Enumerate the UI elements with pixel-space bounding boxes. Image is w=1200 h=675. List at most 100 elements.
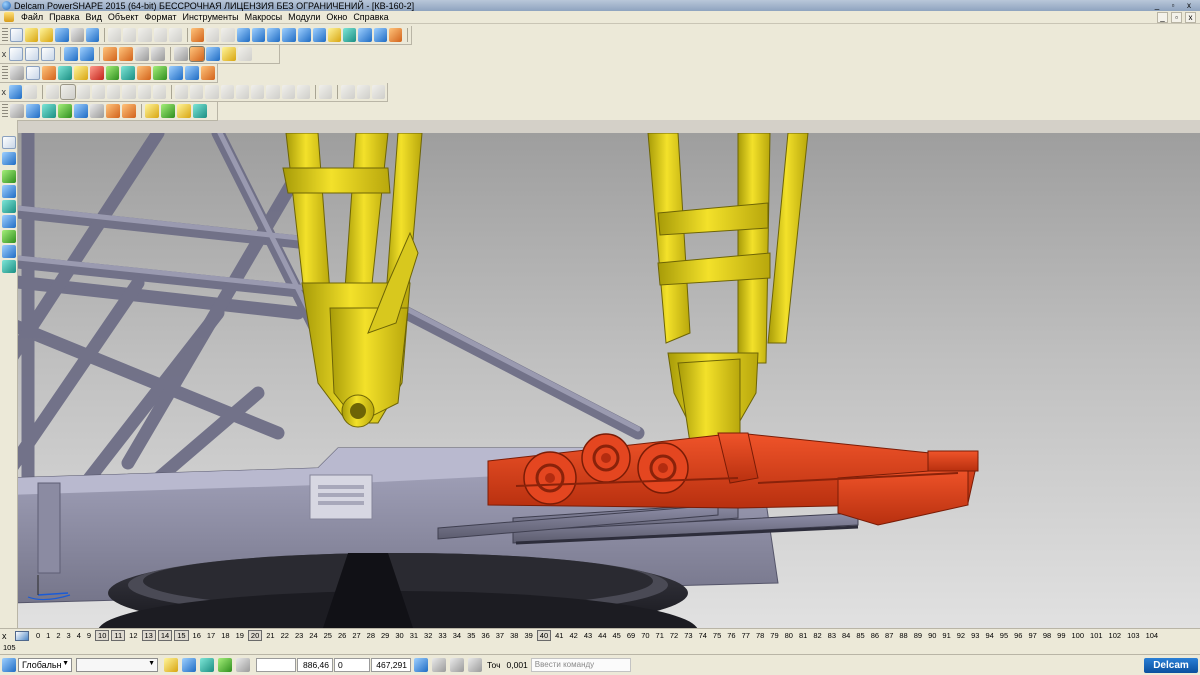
- level-item[interactable]: 94: [983, 630, 995, 641]
- level-item[interactable]: 30: [393, 630, 405, 641]
- solid-op-icon[interactable]: [251, 85, 265, 99]
- level-item[interactable]: 71: [654, 630, 666, 641]
- level-item[interactable]: 72: [668, 630, 680, 641]
- menu-tools[interactable]: Инструменты: [179, 12, 241, 22]
- solid-op-icon[interactable]: [220, 85, 234, 99]
- level-item[interactable]: 44: [596, 630, 608, 641]
- grid-snap-icon[interactable]: [182, 658, 196, 672]
- delete-icon[interactable]: [153, 28, 167, 42]
- mesh-op-icon[interactable]: [341, 85, 355, 99]
- level-item[interactable]: 76: [725, 630, 737, 641]
- view-top-icon[interactable]: [9, 47, 23, 61]
- level-item[interactable]: 100: [1070, 630, 1087, 641]
- solid-op-icon[interactable]: [296, 85, 311, 99]
- save-icon[interactable]: [55, 28, 69, 42]
- solid-op-icon[interactable]: [281, 85, 295, 99]
- document-icon[interactable]: [4, 12, 14, 22]
- dimension-icon[interactable]: [328, 28, 342, 42]
- level-item[interactable]: 85: [854, 630, 866, 641]
- box-icon[interactable]: [137, 66, 152, 80]
- level-item[interactable]: 36: [479, 630, 491, 641]
- level-item[interactable]: 33: [436, 630, 448, 641]
- surface-op-icon[interactable]: [137, 85, 151, 99]
- zoom-box-icon[interactable]: [135, 47, 149, 61]
- level-item[interactable]: 34: [451, 630, 463, 641]
- measure-icon[interactable]: [468, 658, 482, 672]
- level-item[interactable]: 38: [508, 630, 520, 641]
- select-box-icon[interactable]: [2, 152, 16, 165]
- level-item[interactable]: 1: [44, 630, 52, 641]
- level-item[interactable]: 31: [408, 630, 420, 641]
- toolbar-close-icon[interactable]: x: [0, 87, 8, 97]
- level-item[interactable]: 84: [840, 630, 852, 641]
- menu-help[interactable]: Справка: [350, 12, 391, 22]
- level-item[interactable]: 96: [1012, 630, 1024, 641]
- level-item[interactable]: 40: [536, 630, 552, 641]
- tolerance-value[interactable]: 0,001: [507, 660, 528, 670]
- solid-op-icon[interactable]: [205, 85, 219, 99]
- level-item[interactable]: 26: [336, 630, 348, 641]
- shaded-edges-icon[interactable]: [206, 47, 220, 61]
- shaded-icon[interactable]: [189, 46, 205, 62]
- surface-op-icon[interactable]: [76, 85, 90, 99]
- level-item[interactable]: 22: [279, 630, 291, 641]
- mesh-op-icon[interactable]: [319, 85, 333, 99]
- levels-icon[interactable]: [15, 631, 29, 641]
- mesh-op-icon[interactable]: [356, 85, 370, 99]
- level-item[interactable]: 69: [625, 630, 637, 641]
- object-snap-icon[interactable]: [218, 658, 232, 672]
- export-icon[interactable]: [201, 66, 215, 80]
- layers-icon[interactable]: [153, 66, 168, 80]
- solid-tool-icon[interactable]: [2, 215, 16, 228]
- level-item[interactable]: 105: [3, 643, 16, 652]
- electrode-icon[interactable]: [177, 104, 191, 118]
- solid-op-icon[interactable]: [174, 85, 189, 99]
- level-item[interactable]: 82: [811, 630, 823, 641]
- clear-icon[interactable]: [168, 28, 183, 42]
- new-file-icon[interactable]: [9, 28, 23, 42]
- cut-icon[interactable]: [108, 28, 122, 42]
- menu-modules[interactable]: Модули: [285, 12, 323, 22]
- solid-icon[interactable]: [373, 28, 387, 42]
- minimize-button[interactable]: _: [1150, 1, 1164, 10]
- colour-green-icon[interactable]: [105, 66, 120, 80]
- info-icon[interactable]: [169, 66, 184, 80]
- surface-op-icon[interactable]: [107, 85, 121, 99]
- boolean-icon[interactable]: [26, 104, 40, 118]
- snap-mode-icon[interactable]: [200, 658, 214, 672]
- measure-icon[interactable]: [185, 66, 200, 80]
- close-button[interactable]: x: [1182, 1, 1196, 10]
- menu-edit[interactable]: Правка: [46, 12, 82, 22]
- level-item[interactable]: 14: [157, 630, 173, 641]
- level-item[interactable]: 45: [611, 630, 623, 641]
- keyboard-icon[interactable]: [450, 658, 464, 672]
- snap-icon[interactable]: [164, 658, 178, 672]
- level-item[interactable]: 74: [697, 630, 709, 641]
- mesh-op-icon[interactable]: [371, 85, 386, 99]
- surface-op-icon[interactable]: [91, 85, 106, 99]
- text-icon[interactable]: [312, 28, 327, 42]
- line-icon[interactable]: [267, 28, 281, 42]
- level-item[interactable]: 93: [969, 630, 981, 641]
- level-item[interactable]: 11: [111, 630, 126, 641]
- level-item[interactable]: 103: [1125, 630, 1142, 641]
- repeat-icon[interactable]: [221, 28, 235, 42]
- level-item[interactable]: 19: [234, 630, 246, 641]
- mould-icon[interactable]: [193, 104, 207, 118]
- level-item[interactable]: 98: [1041, 630, 1053, 641]
- level-item[interactable]: 2: [54, 630, 62, 641]
- point-icon[interactable]: [2, 170, 16, 183]
- paste-icon[interactable]: [138, 28, 152, 42]
- level-item[interactable]: 70: [639, 630, 651, 641]
- surface-op-icon[interactable]: [46, 85, 60, 99]
- secondary-select[interactable]: ▼: [76, 658, 158, 672]
- solid-op-icon[interactable]: [235, 85, 250, 99]
- menu-window[interactable]: Окно: [323, 12, 350, 22]
- level-item[interactable]: 32: [422, 630, 434, 641]
- command-input[interactable]: Ввести команду: [530, 658, 631, 672]
- level-item[interactable]: 24: [307, 630, 319, 641]
- hand-pan-icon[interactable]: [238, 47, 252, 61]
- assembly-icon[interactable]: [145, 104, 159, 118]
- level-item[interactable]: 41: [553, 630, 565, 641]
- view-side-icon[interactable]: [41, 47, 55, 61]
